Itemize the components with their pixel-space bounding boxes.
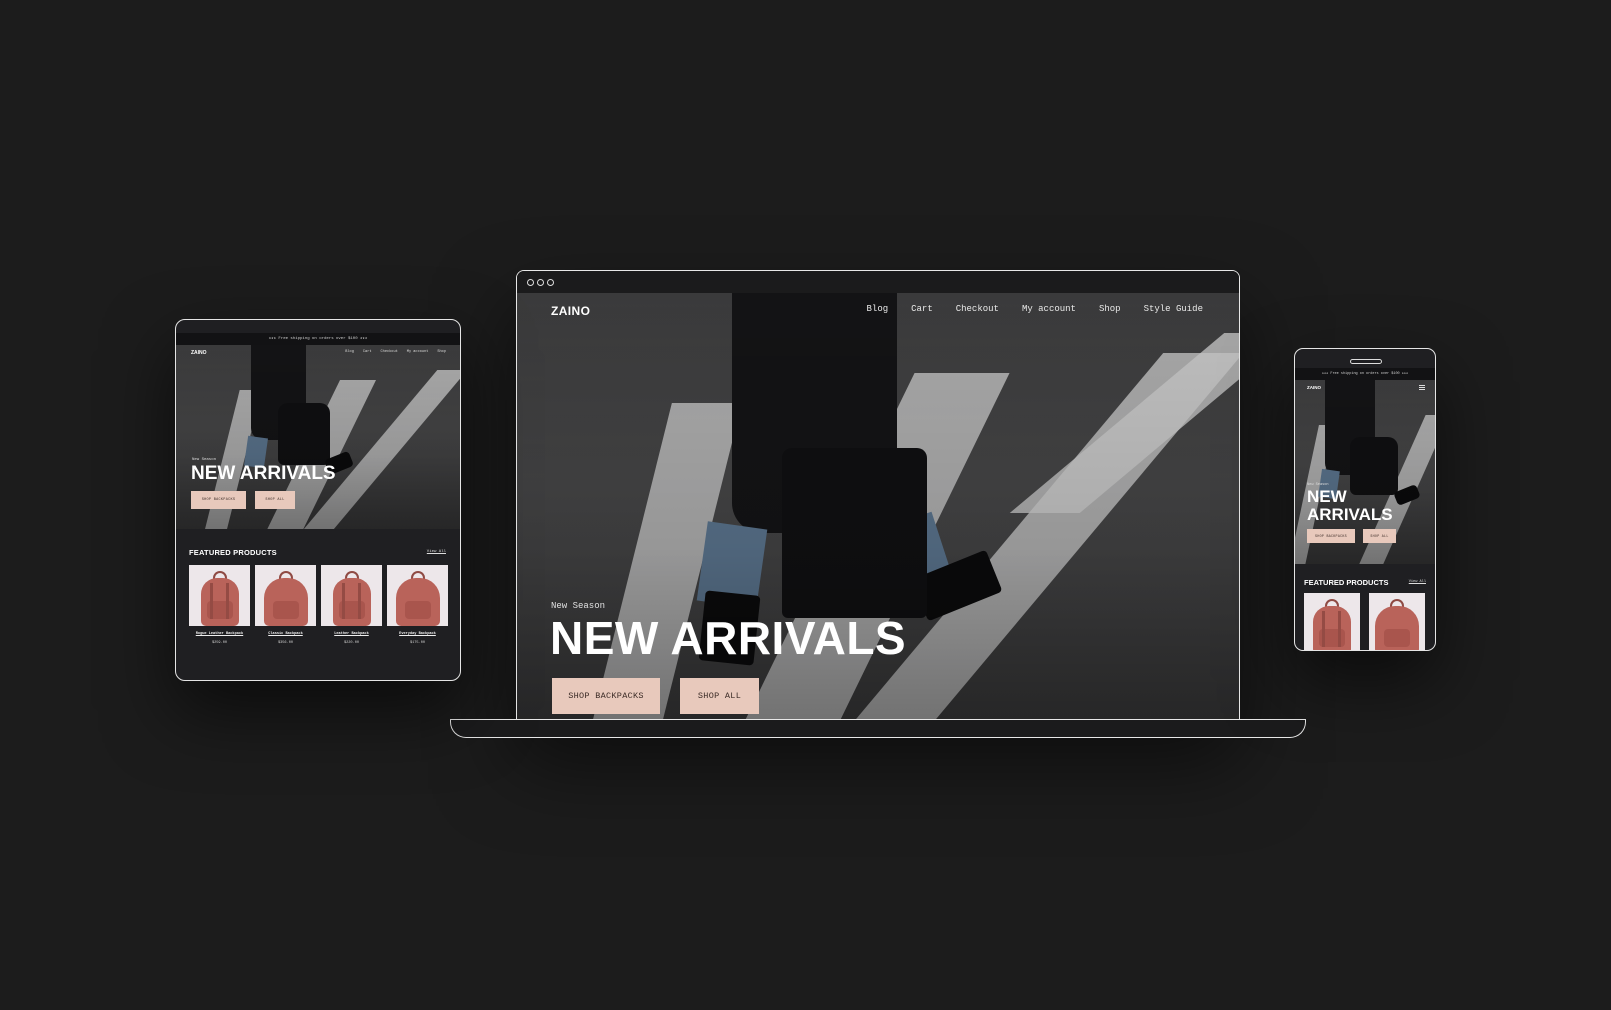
product-grid bbox=[1304, 593, 1425, 650]
product-card[interactable]: Rogue Leather Backpack $259.00 bbox=[189, 565, 250, 645]
tablet-device: ★★★ Free shipping on orders over $100 ★★… bbox=[175, 319, 461, 681]
backpack-image[interactable] bbox=[255, 565, 316, 626]
product-price: $175.00 bbox=[409, 641, 426, 645]
shop-all-button[interactable]: SHOP ALL bbox=[680, 678, 759, 714]
phone-speaker bbox=[1350, 359, 1382, 364]
hero-headline: NEW ARRIVALS bbox=[191, 463, 336, 484]
backpack-image[interactable] bbox=[387, 565, 448, 626]
hero-headline: NEW ARRIVALS bbox=[1307, 487, 1393, 524]
product-name[interactable]: Everyday Backpack bbox=[387, 632, 448, 636]
product-name[interactable]: Leather Backpack bbox=[321, 632, 382, 636]
product-card[interactable]: Everyday Backpack $175.00 bbox=[387, 565, 448, 645]
window-close-dot-icon[interactable] bbox=[527, 279, 534, 286]
promo-bar: ★★★ Free shipping on orders over $100 ★★… bbox=[1295, 368, 1435, 380]
nav-item-my-account[interactable]: My account bbox=[1022, 304, 1076, 314]
view-all-link[interactable]: View All bbox=[427, 550, 446, 554]
product-price: $220.00 bbox=[343, 641, 360, 645]
hero-kicker: New Season bbox=[551, 601, 606, 611]
product-card[interactable]: Classic Backpack $356.00 bbox=[255, 565, 316, 645]
site-logo[interactable]: ZAINO bbox=[551, 304, 590, 318]
product-card[interactable]: Leather Backpack $220.00 bbox=[321, 565, 382, 645]
phone-hero: ZAINO New Season NEW ARRIVALS SHOP BACKP… bbox=[1295, 380, 1435, 564]
phone-device: ★★★ Free shipping on orders over $100 ★★… bbox=[1294, 348, 1436, 651]
backpack-image[interactable] bbox=[321, 565, 382, 626]
product-grid: Rogue Leather Backpack $259.00 Classic B… bbox=[189, 565, 448, 645]
shop-all-button[interactable]: SHOP ALL bbox=[255, 491, 295, 509]
product-price: $259.00 bbox=[211, 641, 228, 645]
product-name[interactable]: Rogue Leather Backpack bbox=[189, 632, 250, 636]
shop-backpacks-button[interactable]: SHOP BACKPACKS bbox=[191, 491, 246, 509]
nav-item-cart[interactable]: Cart bbox=[911, 304, 933, 314]
product-name[interactable]: Classic Backpack bbox=[255, 632, 316, 636]
window-minimize-dot-icon[interactable] bbox=[537, 279, 544, 286]
hero-kicker: New Season bbox=[192, 458, 217, 462]
shop-backpacks-button[interactable]: SHOP BACKPACKS bbox=[1307, 529, 1355, 543]
main-nav: Blog Cart Checkout My account Shop bbox=[345, 350, 446, 354]
nav-item-checkout[interactable]: Checkout bbox=[956, 304, 999, 314]
featured-products-title: FEATURED PRODUCTS bbox=[1304, 578, 1389, 587]
view-all-link[interactable]: View All bbox=[1409, 580, 1426, 584]
site-logo[interactable]: ZAINO bbox=[191, 350, 207, 356]
nav-item-shop[interactable]: Shop bbox=[437, 350, 446, 354]
laptop-device: ZAINO Blog Cart Checkout My account Shop… bbox=[516, 270, 1240, 722]
product-price: $356.00 bbox=[277, 641, 294, 645]
backpack-image[interactable] bbox=[1304, 593, 1360, 650]
nav-item-cart[interactable]: Cart bbox=[363, 350, 372, 354]
nav-item-blog[interactable]: Blog bbox=[867, 304, 889, 314]
nav-item-blog[interactable]: Blog bbox=[345, 350, 354, 354]
hero-headline: NEW ARRIVALS bbox=[550, 612, 907, 664]
site-logo[interactable]: ZAINO bbox=[1307, 385, 1321, 390]
tablet-hero: ZAINO Blog Cart Checkout My account Shop… bbox=[176, 345, 460, 529]
hamburger-icon[interactable] bbox=[1419, 385, 1425, 390]
nav-item-checkout[interactable]: Checkout bbox=[381, 350, 398, 354]
shop-backpacks-button[interactable]: SHOP BACKPACKS bbox=[552, 678, 660, 714]
laptop-hero: ZAINO Blog Cart Checkout My account Shop… bbox=[517, 293, 1239, 721]
featured-products-title: FEATURED PRODUCTS bbox=[189, 548, 277, 557]
nav-item-style-guide[interactable]: Style Guide bbox=[1144, 304, 1203, 314]
laptop-base bbox=[450, 720, 1306, 738]
backpack-image[interactable] bbox=[189, 565, 250, 626]
promo-bar: ★★★ Free shipping on orders over $100 ★★… bbox=[176, 333, 460, 345]
nav-item-shop[interactable]: Shop bbox=[1099, 304, 1121, 314]
browser-chrome bbox=[517, 271, 1239, 293]
backpack-image[interactable] bbox=[1369, 593, 1425, 650]
device-mockup-stage: ZAINO Blog Cart Checkout My account Shop… bbox=[0, 0, 1611, 1010]
window-maximize-dot-icon[interactable] bbox=[547, 279, 554, 286]
main-nav: Blog Cart Checkout My account Shop Style… bbox=[867, 304, 1203, 314]
nav-item-my-account[interactable]: My account bbox=[407, 350, 429, 354]
shop-all-button[interactable]: SHOP ALL bbox=[1363, 529, 1396, 543]
